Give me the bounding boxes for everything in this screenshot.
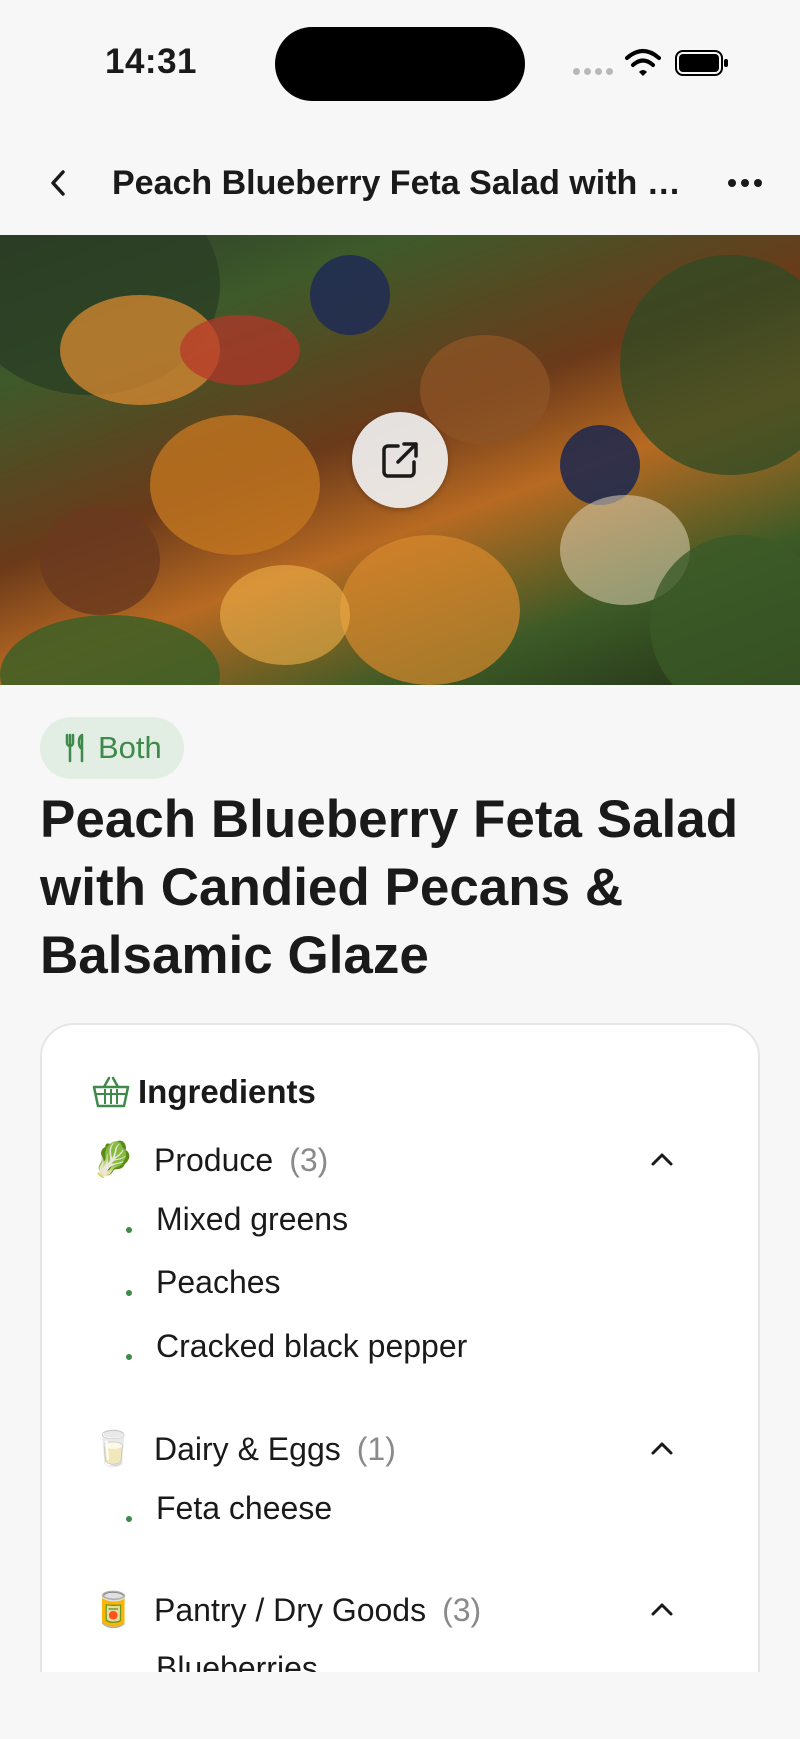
chevron-up-icon[interactable] [648,1597,676,1621]
chevron-left-icon [51,170,65,196]
milk-icon: 🥛 [92,1430,135,1468]
list-item: Feta cheese [126,1483,332,1533]
list-item: Peaches [126,1257,281,1307]
navigation-bar: Peach Blueberry Feta Salad with C... [0,130,800,236]
canned-food-icon: 🥫 [92,1591,135,1629]
chevron-up-icon[interactable] [648,1147,676,1171]
utensils-icon [65,733,84,763]
chevron-up-icon[interactable] [648,1436,676,1460]
cellular-signal-icon [573,68,613,75]
group-name: Produce [154,1141,274,1178]
dynamic-island [275,27,525,101]
back-button[interactable] [38,160,78,206]
meal-type-badge: Both [40,717,184,779]
ingredients-card: Ingredients 🥬 Produce (3) Mixed greens P… [40,1023,760,1739]
group-count: (3) [442,1591,482,1628]
bullet [126,1516,132,1522]
ingredient-group-produce[interactable]: 🥬 Produce (3) [92,1135,712,1185]
external-link-icon [382,442,418,478]
bullet [126,1290,132,1296]
list-item: Mixed greens [126,1194,348,1244]
nav-title: Peach Blueberry Feta Salad with C... [112,164,692,202]
group-count: (1) [356,1430,396,1467]
bullet [126,1354,132,1360]
ingredient-name: Peaches [156,1263,281,1300]
more-options-button[interactable] [720,160,770,206]
status-bar: 14:31 [0,0,800,130]
ingredient-group-dairy-eggs[interactable]: 🥛 Dairy & Eggs (1) [92,1424,712,1474]
ingredient-name: Mixed greens [156,1200,349,1237]
ingredient-name: Feta cheese [156,1489,333,1526]
status-time: 14:31 [105,42,198,81]
ingredients-heading: Ingredients [138,1073,316,1110]
recipe-title: Peach Blueberry Feta Salad with Candied … [40,790,739,985]
bottom-fade [0,1672,800,1739]
ingredient-group-pantry[interactable]: 🥫 Pantry / Dry Goods (3) [92,1585,712,1635]
ingredients-header: Ingredients [92,1073,316,1111]
group-name: Pantry / Dry Goods [154,1591,427,1628]
basket-icon [92,1076,130,1108]
bullet [126,1227,132,1233]
battery-icon [675,50,728,76]
ellipsis-icon [728,179,762,187]
open-external-button[interactable] [352,412,448,508]
lettuce-icon: 🥬 [92,1141,135,1179]
group-name: Dairy & Eggs [154,1430,341,1467]
group-count: (3) [289,1141,329,1178]
ingredient-name: Cracked black pepper [156,1327,468,1364]
list-item: Cracked black pepper [126,1321,467,1371]
wifi-icon [625,49,661,76]
badge-label: Both [98,730,162,765]
